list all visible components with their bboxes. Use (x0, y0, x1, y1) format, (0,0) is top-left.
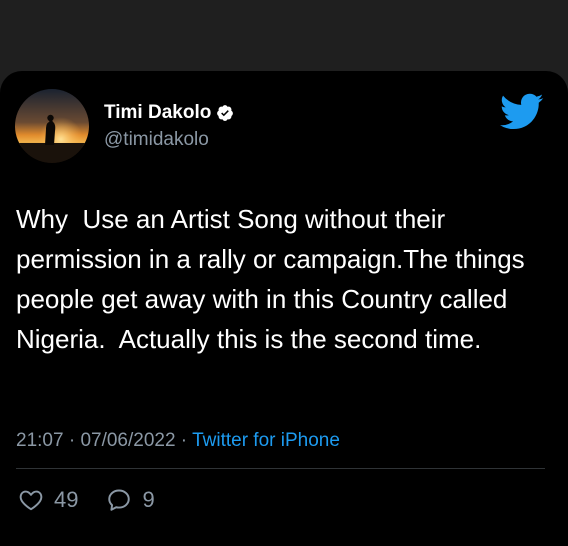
tweet-date[interactable]: 07/06/2022 (80, 430, 175, 451)
heart-icon (19, 490, 43, 511)
reply-button[interactable]: 9 (106, 487, 155, 513)
tweet-time[interactable]: 21:07 (16, 430, 64, 451)
author-name-row: Timi Dakolo (104, 102, 234, 124)
meta-separator: · (175, 430, 193, 451)
like-count: 49 (54, 487, 79, 512)
reply-count: 9 (142, 487, 155, 512)
comment-icon (108, 489, 131, 511)
tweet-card: Timi Dakolo @timidakolo Why Use an Artis… (0, 71, 568, 546)
tweet-actions: 49 9 (18, 487, 155, 513)
tweet-text: Why Use an Artist Song without their per… (16, 204, 532, 354)
author-handle[interactable]: @timidakolo (104, 129, 209, 151)
tweet-source-link[interactable]: Twitter for iPhone (192, 430, 340, 451)
author-name[interactable]: Timi Dakolo (104, 102, 211, 124)
verified-badge-icon (216, 104, 234, 122)
like-button[interactable]: 49 (18, 487, 78, 513)
tweet-meta: 21:07 · 07/06/2022 · Twitter for iPhone (16, 429, 340, 453)
twitter-bird-icon[interactable] (500, 93, 544, 131)
avatar[interactable] (15, 89, 89, 163)
avatar-photo (15, 89, 89, 163)
divider (16, 468, 545, 469)
meta-separator: · (63, 430, 81, 451)
